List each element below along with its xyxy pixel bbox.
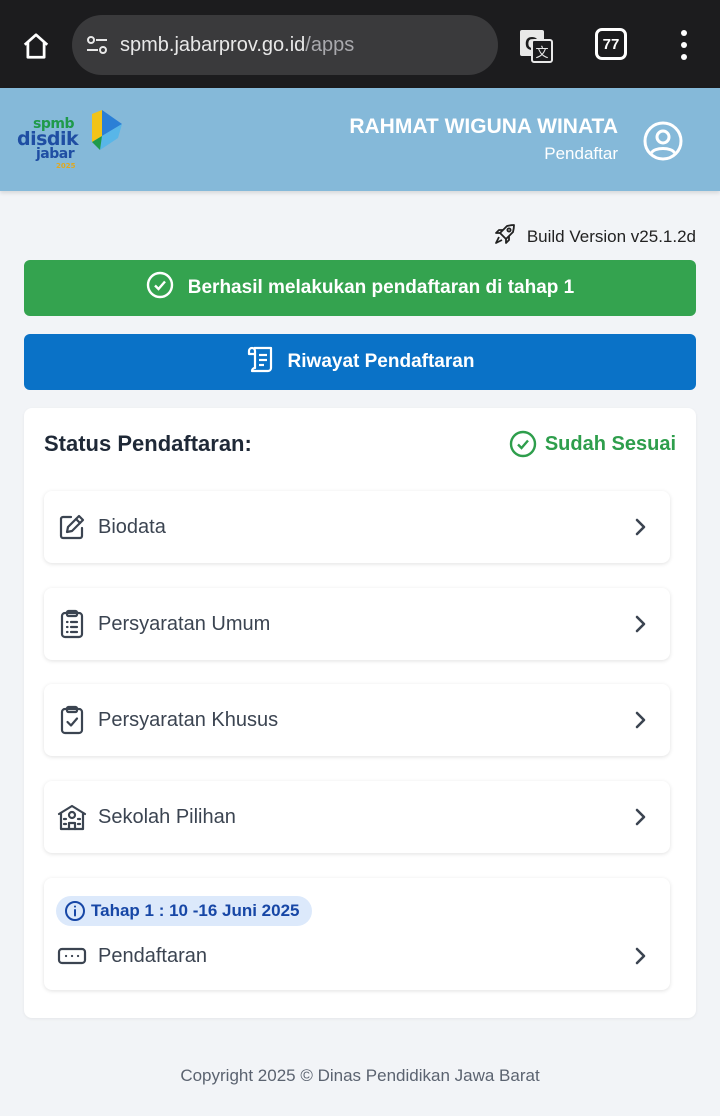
site-settings-icon[interactable] <box>84 32 110 58</box>
menu-item-sekolah-pilihan[interactable]: Sekolah Pilihan <box>44 781 670 853</box>
info-icon <box>65 901 85 921</box>
url-text: spmb.jabarprov.go.id/apps <box>120 33 355 56</box>
check-circle-icon <box>509 430 537 458</box>
address-bar[interactable]: spmb.jabarprov.go.id/apps <box>72 15 498 75</box>
status-text: Sudah Sesuai <box>544 432 676 455</box>
input-dots-icon <box>57 941 87 971</box>
rocket-icon <box>493 222 517 251</box>
browser-toolbar: spmb.jabarprov.go.id/apps G文 77 <box>0 0 720 88</box>
menu-item-pendaftaran[interactable]: Tahap 1 : 10 -16 Juni 2025 Pendaftaran <box>44 878 670 990</box>
chevron-right-icon <box>630 614 650 634</box>
registration-history-label: Riwayat Pendaftaran <box>287 351 475 372</box>
registration-history-button[interactable]: Riwayat Pendaftaran <box>24 334 696 390</box>
check-circle-icon <box>146 271 174 305</box>
logo-text-jabar: jabar <box>36 146 75 162</box>
school-icon <box>57 802 87 832</box>
menu-item-label: Biodata <box>98 515 166 538</box>
build-version-text: Build Version v25.1.2d <box>526 226 696 246</box>
menu-item-label: Sekolah Pilihan <box>98 805 236 828</box>
tabs-icon[interactable]: 77 <box>595 28 627 60</box>
stage-badge-text: Tahap 1 : 10 -16 Juni 2025 <box>91 901 300 920</box>
chevron-right-icon <box>630 710 650 730</box>
menu-item-label: Pendaftaran <box>98 944 207 967</box>
logo-text-year: 2025 <box>56 162 76 170</box>
user-role: Pendaftar <box>544 144 618 163</box>
user-circle-icon[interactable] <box>642 120 684 162</box>
menu-item-persyaratan-umum[interactable]: Persyaratan Umum <box>44 588 670 660</box>
app-header: spmb disdik jabar 2025 RAHMAT WIGUNA WIN… <box>0 88 720 191</box>
tab-count: 77 <box>602 35 620 53</box>
footer-copyright: Copyright 2025 © Dinas Pendidikan Jawa B… <box>180 1066 540 1085</box>
svg-text:文: 文 <box>535 46 548 61</box>
chevron-right-icon <box>630 807 650 827</box>
menu-item-label: Persyaratan Umum <box>98 612 271 635</box>
edit-icon <box>57 512 87 542</box>
spmb-logo[interactable]: spmb disdik jabar 2025 <box>16 106 126 172</box>
build-version: Build Version v25.1.2d <box>493 222 696 251</box>
stage-badge: Tahap 1 : 10 -16 Juni 2025 <box>56 896 312 926</box>
translate-icon[interactable]: G文 <box>516 26 556 66</box>
clipboard-list-icon <box>57 609 87 639</box>
success-alert-text: Berhasil melakukan pendaftaran di tahap … <box>187 277 575 298</box>
menu-item-label: Persyaratan Khusus <box>98 708 279 731</box>
chevron-right-icon <box>630 946 650 966</box>
menu-item-persyaratan-khusus[interactable]: Persyaratan Khusus <box>44 684 670 756</box>
success-alert: Berhasil melakukan pendaftaran di tahap … <box>24 260 696 316</box>
scroll-icon <box>246 345 276 379</box>
registration-status-card: Status Pendaftaran: Sudah Sesuai Biodata… <box>24 408 696 1018</box>
menu-item-biodata[interactable]: Biodata <box>44 491 670 563</box>
status-card-title: Status Pendaftaran: <box>44 431 252 456</box>
clipboard-check-icon <box>57 705 87 735</box>
more-vert-icon[interactable] <box>672 30 696 60</box>
status-badge: Sudah Sesuai <box>509 430 676 458</box>
home-icon[interactable] <box>16 26 56 66</box>
user-name: RAHMAT WIGUNA WINATA <box>349 115 618 138</box>
chevron-right-icon <box>630 517 650 537</box>
